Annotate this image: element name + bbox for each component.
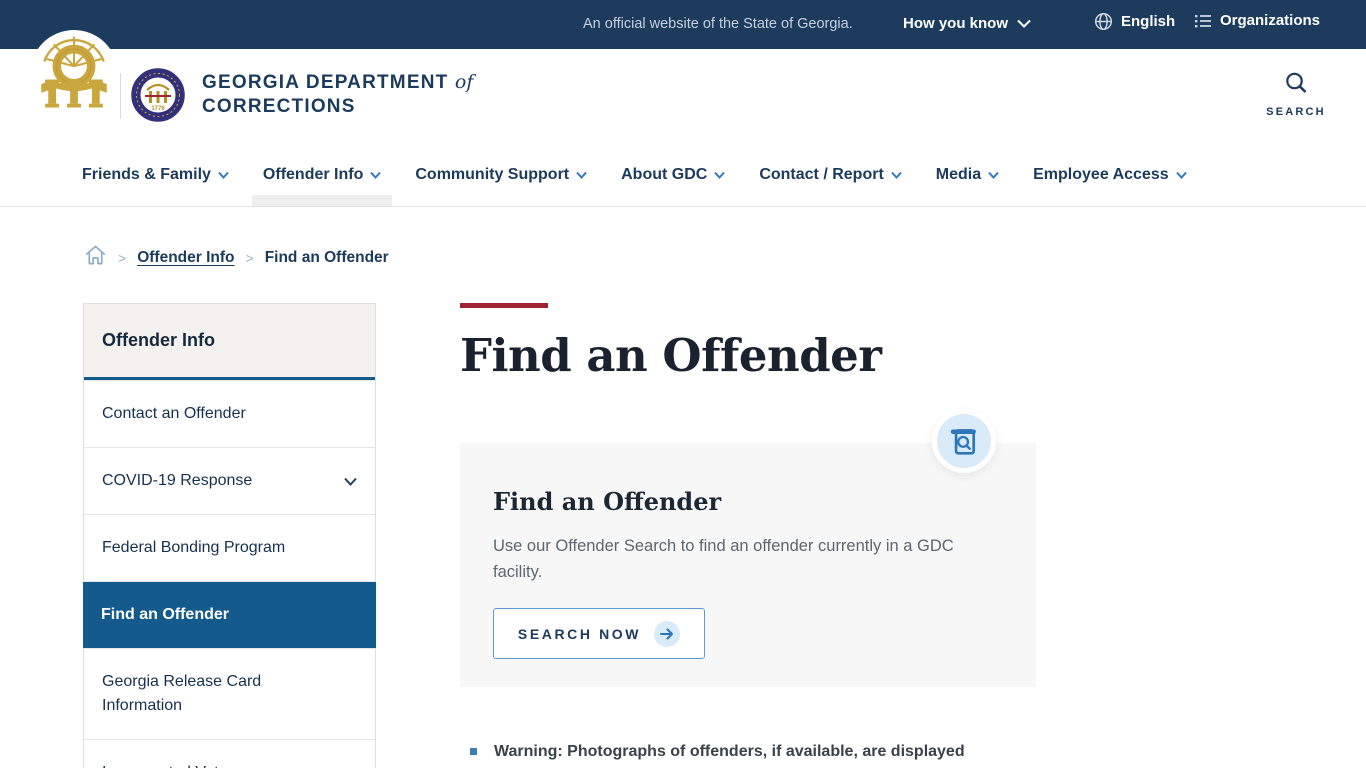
chevron-down-icon — [1017, 19, 1031, 28]
chevron-down-icon — [714, 171, 726, 179]
agency-of: of — [454, 71, 474, 93]
sidebar-item-georgia-release-card[interactable]: Georgia Release Card Information — [84, 648, 375, 739]
chevron-down-icon — [988, 171, 999, 179]
home-icon[interactable] — [84, 244, 107, 271]
chevron-down-icon — [370, 171, 382, 179]
chevron-down-icon — [1175, 171, 1187, 179]
list-icon — [1194, 13, 1212, 29]
how-you-know-label: How you know — [903, 15, 1008, 32]
nav-label: Community Support — [415, 166, 570, 183]
sidebar-item-incarcerated-veterans[interactable]: Incarcerated Veterans — [84, 739, 375, 768]
official-website-text: An official website of the State of Geor… — [583, 16, 853, 32]
header-search-button[interactable]: SEARCH — [1262, 70, 1330, 118]
document-search-icon — [932, 409, 996, 473]
main-navigation: Friends & Family Offender Info Community… — [0, 144, 1366, 207]
nav-label: About GDC — [621, 166, 708, 183]
how-you-know-toggle[interactable]: How you know — [903, 15, 1031, 32]
chevron-down-icon — [218, 171, 229, 179]
breadcrumb: > Offender Info > Find an Offender — [84, 244, 389, 271]
nav-label: Contact / Report — [759, 166, 884, 183]
find-offender-card: Find an Offender Use our Offender Search… — [460, 443, 1036, 687]
chevron-down-icon — [891, 171, 902, 179]
card-title: Find an Offender — [493, 487, 722, 516]
sidebar-item-label: Find an Offender — [101, 606, 229, 623]
nav-label: Offender Info — [262, 166, 364, 183]
agency-line1: GEORGIA DEPARTMENT — [202, 72, 449, 93]
globe-icon — [1094, 12, 1113, 31]
chevron-down-icon — [576, 171, 587, 179]
nav-label: Employee Access — [1033, 166, 1169, 183]
accent-bar — [460, 303, 548, 308]
page: An official website of the State of Geor… — [0, 0, 1366, 768]
page-title: Find an Offender — [460, 329, 882, 382]
warning-text: Warning: Photographs of offenders, if av… — [494, 743, 965, 760]
nav-label: Media — [935, 166, 982, 183]
nav-item-about-gdc[interactable]: About GDC — [621, 144, 726, 206]
nav-item-media[interactable]: Media — [936, 144, 999, 206]
language-label: English — [1121, 13, 1176, 30]
card-description: Use our Offender Search to find an offen… — [493, 537, 954, 581]
bullet-icon — [470, 748, 477, 755]
breadcrumb-current: Find an Offender — [264, 248, 389, 266]
sidebar-item-label: Federal Bonding Program — [102, 539, 286, 556]
sidebar-item-covid-19-response[interactable]: COVID-19 Response — [84, 447, 375, 514]
search-now-button[interactable]: SEARCH NOW — [493, 608, 705, 659]
organizations-label: Organizations — [1220, 12, 1321, 29]
svg-text:1776: 1776 — [151, 106, 165, 112]
search-label: SEARCH — [1266, 106, 1326, 118]
sidebar-title: Offender Info — [84, 304, 375, 380]
sidebar-item-contact-an-offender[interactable]: Contact an Offender — [84, 380, 375, 447]
sidebar-item-find-an-offender[interactable]: Find an Offender — [83, 581, 376, 648]
sidebar-item-label: Contact an Offender — [102, 405, 246, 422]
header-divider — [120, 73, 121, 119]
sidebar-item-label: Incarcerated Veterans — [102, 761, 259, 768]
sidebar-item-label: Georgia Release Card Information — [102, 673, 262, 714]
breadcrumb-link-offender-info[interactable]: Offender Info — [137, 249, 234, 267]
nav-label: Friends & Family — [82, 166, 211, 183]
agency-line2: CORRECTIONS — [202, 96, 356, 117]
sidebar-offender-info: Offender Info Contact an Offender COVID-… — [83, 303, 376, 768]
breadcrumb-separator: > — [245, 250, 254, 266]
agency-title[interactable]: GEORGIA DEPARTMENT of CORRECTIONS — [202, 70, 473, 119]
nav-item-offender-info[interactable]: Offender Info — [251, 144, 393, 206]
gdc-seal: 1776 — [131, 68, 185, 122]
organizations-menu[interactable]: Organizations — [1194, 12, 1320, 29]
language-selector[interactable]: English — [1094, 12, 1175, 31]
arrow-right-icon — [654, 620, 681, 647]
search-icon — [1286, 72, 1307, 93]
arch-icon — [41, 36, 107, 108]
site-header: 1776 GEORGIA DEPARTMENT of CORRECTIONS S… — [0, 30, 1366, 144]
chevron-down-icon[interactable] — [344, 477, 357, 486]
nav-item-friends-family[interactable]: Friends & Family — [82, 144, 229, 206]
nav-item-employee-access[interactable]: Employee Access — [1033, 144, 1187, 206]
sidebar-item-label: COVID-19 Response — [102, 472, 253, 489]
nav-item-community-support[interactable]: Community Support — [415, 144, 587, 206]
breadcrumb-separator: > — [118, 250, 127, 266]
sidebar-item-federal-bonding-program[interactable]: Federal Bonding Program — [84, 514, 375, 581]
search-now-label: SEARCH NOW — [517, 625, 642, 642]
warning-note: Warning: Photographs of offenders, if av… — [470, 740, 1070, 764]
georgia-arch-logo[interactable] — [30, 30, 118, 118]
nav-item-contact-report[interactable]: Contact / Report — [759, 144, 902, 206]
government-banner: An official website of the State of Geor… — [0, 0, 1366, 49]
